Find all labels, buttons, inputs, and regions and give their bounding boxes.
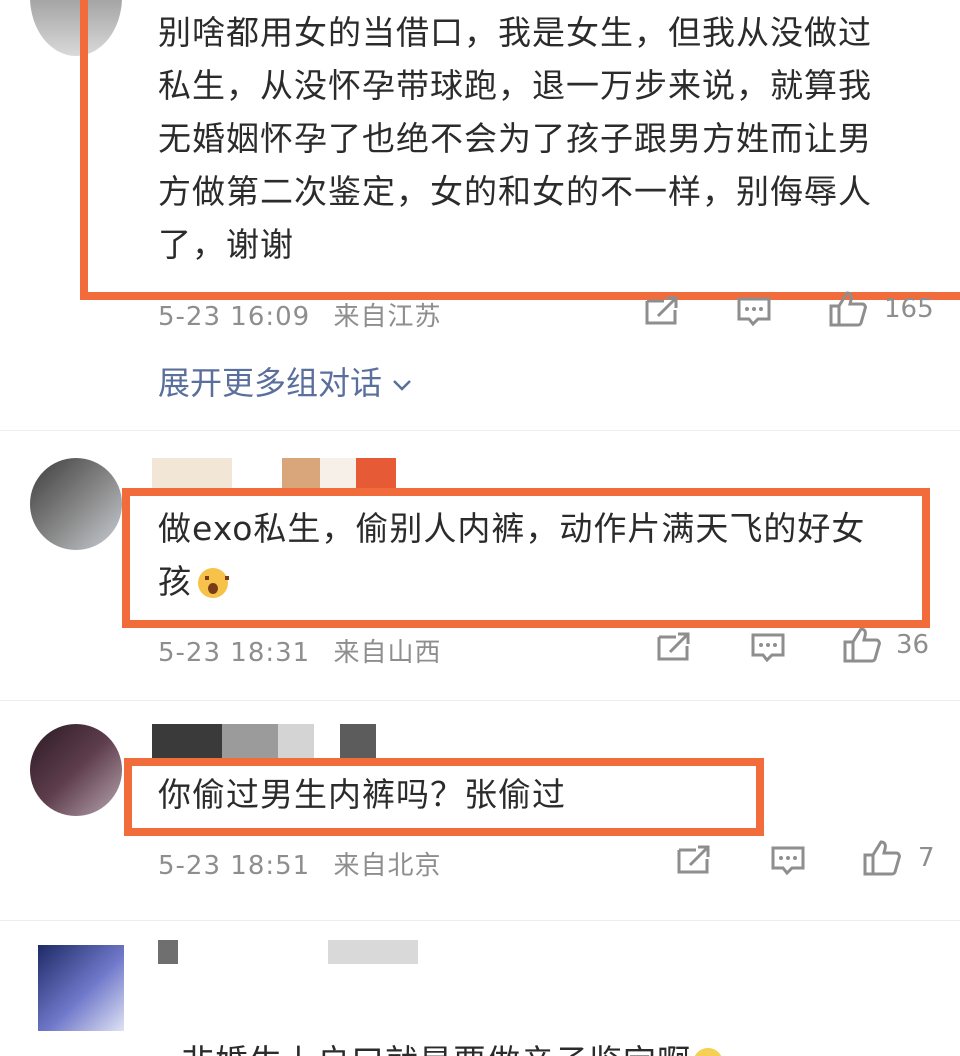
- comment-meta: 5-23 18:51 来自北京: [158, 845, 441, 882]
- comment-icon: [771, 846, 805, 875]
- avatar[interactable]: [38, 945, 124, 1031]
- thumbs-up-icon: [829, 291, 867, 327]
- highlight-box: [124, 758, 764, 836]
- comment-meta: 5-23 18:31 来自山西: [158, 632, 441, 669]
- comment-location: 来自山西: [333, 638, 442, 668]
- like-button[interactable]: 7: [862, 839, 935, 877]
- like-button[interactable]: 165: [828, 290, 934, 328]
- thumbs-up-icon: [843, 627, 881, 663]
- highlight-box: [122, 488, 930, 628]
- comment-text: 非婚生上户口就是要做亲子鉴定啊: [158, 982, 723, 1056]
- share-icon: [657, 632, 690, 661]
- like-count: 165: [884, 294, 934, 324]
- divider: [0, 920, 960, 921]
- share-icon: [645, 296, 678, 325]
- share-button[interactable]: [676, 845, 712, 875]
- username-mosaic: [158, 940, 418, 964]
- comment-meta: 5-23 16:09 来自江苏: [158, 296, 441, 333]
- comment-time: 5-23 18:31: [158, 638, 311, 668]
- share-icon: [677, 845, 710, 874]
- chevron-down-icon: [393, 380, 412, 391]
- like-count: 36: [896, 630, 930, 660]
- like-button[interactable]: 36: [842, 626, 929, 664]
- comment-icon: [737, 297, 771, 326]
- reply-button[interactable]: [770, 845, 806, 875]
- avatar[interactable]: [30, 458, 122, 550]
- expand-conversation-link[interactable]: 展开更多组对话: [158, 358, 412, 404]
- divider: [0, 430, 960, 431]
- comment-text-content: 非婚生上户口就是要做亲子鉴定啊: [181, 1042, 691, 1056]
- like-count: 7: [918, 843, 935, 873]
- smile-emoji-icon: [692, 1048, 723, 1056]
- thumbs-up-icon: [863, 840, 901, 876]
- reply-button[interactable]: [750, 632, 786, 662]
- highlight-box: [80, 0, 960, 300]
- share-button[interactable]: [644, 296, 680, 326]
- comment-time: 5-23 18:51: [158, 851, 311, 881]
- username-mosaic: [152, 724, 376, 760]
- avatar[interactable]: [30, 724, 122, 816]
- comment-time: 5-23 16:09: [158, 302, 311, 332]
- comment-location: 来自江苏: [333, 302, 442, 332]
- share-button[interactable]: [656, 632, 692, 662]
- reply-button[interactable]: [736, 296, 772, 326]
- expand-label: 展开更多组对话: [158, 364, 383, 402]
- comment-icon: [751, 633, 785, 662]
- comment-location: 来自北京: [333, 851, 442, 881]
- divider: [0, 700, 960, 701]
